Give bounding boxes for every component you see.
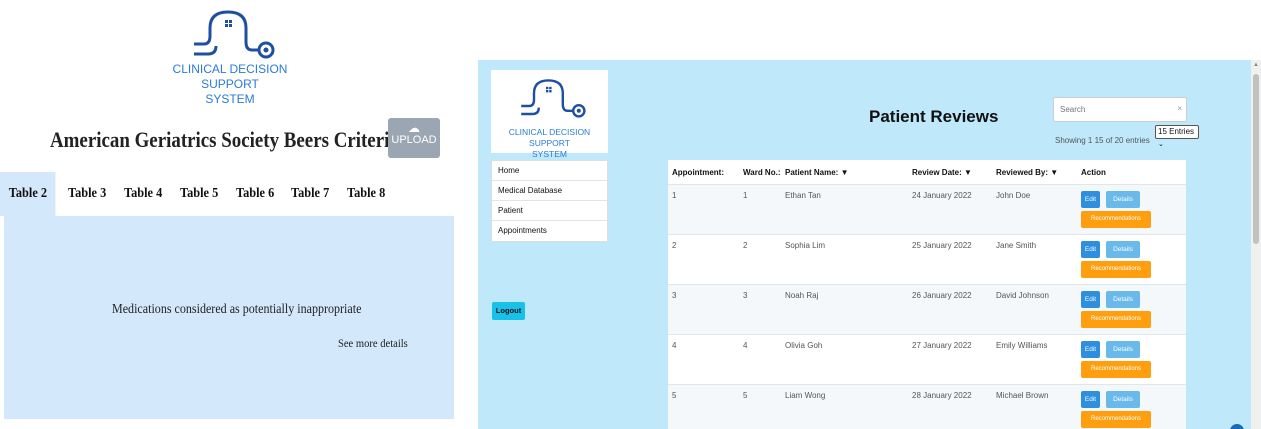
tab-table-6[interactable]: Table 6: [236, 172, 274, 216]
scroll-up-arrow-icon[interactable]: ▲: [1253, 62, 1259, 68]
cell-ward: 1: [743, 191, 748, 200]
sidebar-nav: Home Medical Database Patient Appointmen…: [491, 160, 608, 242]
header-reviewed-by[interactable]: Reviewed By: ▼: [996, 168, 1058, 177]
tab-table-5[interactable]: Table 5: [180, 172, 218, 216]
sidebar-item-home[interactable]: Home: [492, 161, 607, 181]
sidebar-logo: CLINICAL DECISION SUPPORT SYSTEM: [491, 70, 608, 159]
tab-description: Medications considered as potentially in…: [112, 302, 362, 317]
reviews-table: Appointment: Ward No.: Patient Name: ▼ R…: [668, 160, 1186, 429]
tab-table-2[interactable]: Table 2: [0, 172, 56, 216]
patient-reviews-title: Patient Reviews: [869, 107, 999, 126]
edit-button[interactable]: Edit: [1081, 191, 1100, 208]
header-review-date[interactable]: Review Date: ▼: [912, 168, 972, 177]
header-appointment[interactable]: Appointment:: [672, 168, 724, 177]
cell-appointment: 4: [672, 341, 677, 350]
cell-reviewed-by: David Johnson: [996, 291, 1049, 300]
edit-button[interactable]: Edit: [1081, 241, 1100, 258]
stethoscope-house-logo-icon: [194, 10, 275, 59]
cell-patient-name: Sophia Lim: [785, 241, 826, 250]
recommendations-button[interactable]: Recommendations: [1081, 411, 1151, 428]
tab-table-3[interactable]: Table 3: [68, 172, 106, 216]
page-title: American Geriatrics Society Beers Criter…: [50, 127, 399, 152]
stethoscope-house-logo-icon: [520, 79, 586, 118]
edit-button[interactable]: Edit: [1081, 341, 1100, 358]
details-button[interactable]: Details: [1106, 191, 1140, 208]
tab-table-7[interactable]: Table 7: [291, 172, 329, 216]
search-input[interactable]: [1054, 98, 1169, 120]
cell-reviewed-by: Michael Brown: [996, 391, 1049, 400]
cell-patient-name: Olivia Goh: [785, 341, 823, 350]
recommendations-button[interactable]: Recommendations: [1081, 361, 1151, 378]
logo-line-1: CLINICAL DECISION SUPPORT: [172, 62, 288, 91]
table-row: 4 4 Olivia Goh 27 January 2022 Emily Wil…: [668, 334, 1186, 384]
right-panel: CLINICAL DECISION SUPPORT SYSTEM Patient…: [478, 60, 1251, 429]
cell-review-date: 25 January 2022: [912, 241, 972, 250]
table-row: 1 1 Ethan Tan 24 January 2022 John Doe E…: [668, 184, 1186, 234]
details-button[interactable]: Details: [1106, 241, 1140, 258]
cloud-upload-icon: ☁: [408, 121, 420, 135]
tabs-bar: Table 2 Table 3 Table 4 Table 5 Table 6 …: [0, 172, 458, 216]
upload-button[interactable]: ☁ UPLOAD: [388, 118, 440, 158]
see-more-details-link[interactable]: See more details: [338, 336, 408, 351]
cell-review-date: 27 January 2022: [912, 341, 972, 350]
showing-entries-text: Showing 1 15 of 20 entries: [1055, 136, 1150, 145]
recommendations-button[interactable]: Recommendations: [1081, 211, 1151, 228]
cell-patient-name: Ethan Tan: [785, 191, 821, 200]
cell-appointment: 5: [672, 391, 677, 400]
cell-patient-name: Noah Raj: [785, 291, 819, 300]
recommendations-button[interactable]: Recommendations: [1081, 311, 1151, 328]
edit-button[interactable]: Edit: [1081, 291, 1100, 308]
cell-reviewed-by: Jane Smith: [996, 241, 1037, 250]
table-header: Appointment: Ward No.: Patient Name: ▼ R…: [668, 160, 1186, 184]
details-button[interactable]: Details: [1106, 391, 1140, 408]
close-icon[interactable]: ×: [1177, 104, 1182, 113]
left-panel: CLINICAL DECISION SUPPORT SYSTEM America…: [0, 0, 458, 429]
app-logo: CLINICAL DECISION SUPPORT SYSTEM: [150, 6, 310, 106]
recommendations-button[interactable]: Recommendations: [1081, 261, 1151, 278]
details-button[interactable]: Details: [1106, 291, 1140, 308]
sidebar-item-patient[interactable]: Patient: [492, 201, 607, 221]
tab-content-panel: Medications considered as potentially in…: [4, 216, 454, 419]
scrollbar-thumb[interactable]: [1253, 74, 1259, 244]
vertical-scrollbar[interactable]: ▲: [1251, 60, 1261, 429]
cell-ward: 2: [743, 241, 748, 250]
cell-appointment: 1: [672, 191, 677, 200]
cell-review-date: 26 January 2022: [912, 291, 972, 300]
entries-select[interactable]: 15 Entries ⌄: [1155, 125, 1199, 148]
cell-ward: 4: [743, 341, 748, 350]
chevron-down-icon: ⌄: [1158, 141, 1164, 148]
header-ward-no[interactable]: Ward No.:: [743, 168, 780, 177]
cell-reviewed-by: John Doe: [996, 191, 1031, 200]
cell-appointment: 2: [672, 241, 677, 250]
search-box: ×: [1053, 97, 1187, 122]
cell-patient-name: Liam Wong: [785, 391, 826, 400]
header-patient-name[interactable]: Patient Name: ▼: [785, 168, 849, 177]
tab-table-8[interactable]: Table 8: [347, 172, 385, 216]
cell-reviewed-by: Emily Williams: [996, 341, 1048, 350]
cell-appointment: 3: [672, 291, 677, 300]
cell-ward: 5: [743, 391, 748, 400]
table-row: 5 5 Liam Wong 28 January 2022 Michael Br…: [668, 384, 1186, 429]
edit-button[interactable]: Edit: [1081, 391, 1100, 408]
logo-line-2: SYSTEM: [205, 92, 255, 106]
cell-review-date: 28 January 2022: [912, 391, 972, 400]
cell-review-date: 24 January 2022: [912, 191, 972, 200]
cell-ward: 3: [743, 291, 748, 300]
tab-table-4[interactable]: Table 4: [124, 172, 162, 216]
entries-select-value: 15 Entries: [1158, 127, 1195, 136]
logo-line-2: SYSTEM: [532, 149, 567, 159]
logo-line-1: CLINICAL DECISION SUPPORT: [508, 127, 591, 148]
table-row: 3 3 Noah Raj 26 January 2022 David Johns…: [668, 284, 1186, 334]
upload-label: UPLOAD: [391, 134, 437, 146]
details-button[interactable]: Details: [1106, 341, 1140, 358]
sidebar-item-medical-database[interactable]: Medical Database: [492, 181, 607, 201]
header-action: Action: [1081, 168, 1106, 177]
logout-button[interactable]: Logout: [492, 302, 525, 320]
sidebar-item-appointments[interactable]: Appointments: [492, 221, 607, 241]
table-row: 2 2 Sophia Lim 25 January 2022 Jane Smit…: [668, 234, 1186, 284]
